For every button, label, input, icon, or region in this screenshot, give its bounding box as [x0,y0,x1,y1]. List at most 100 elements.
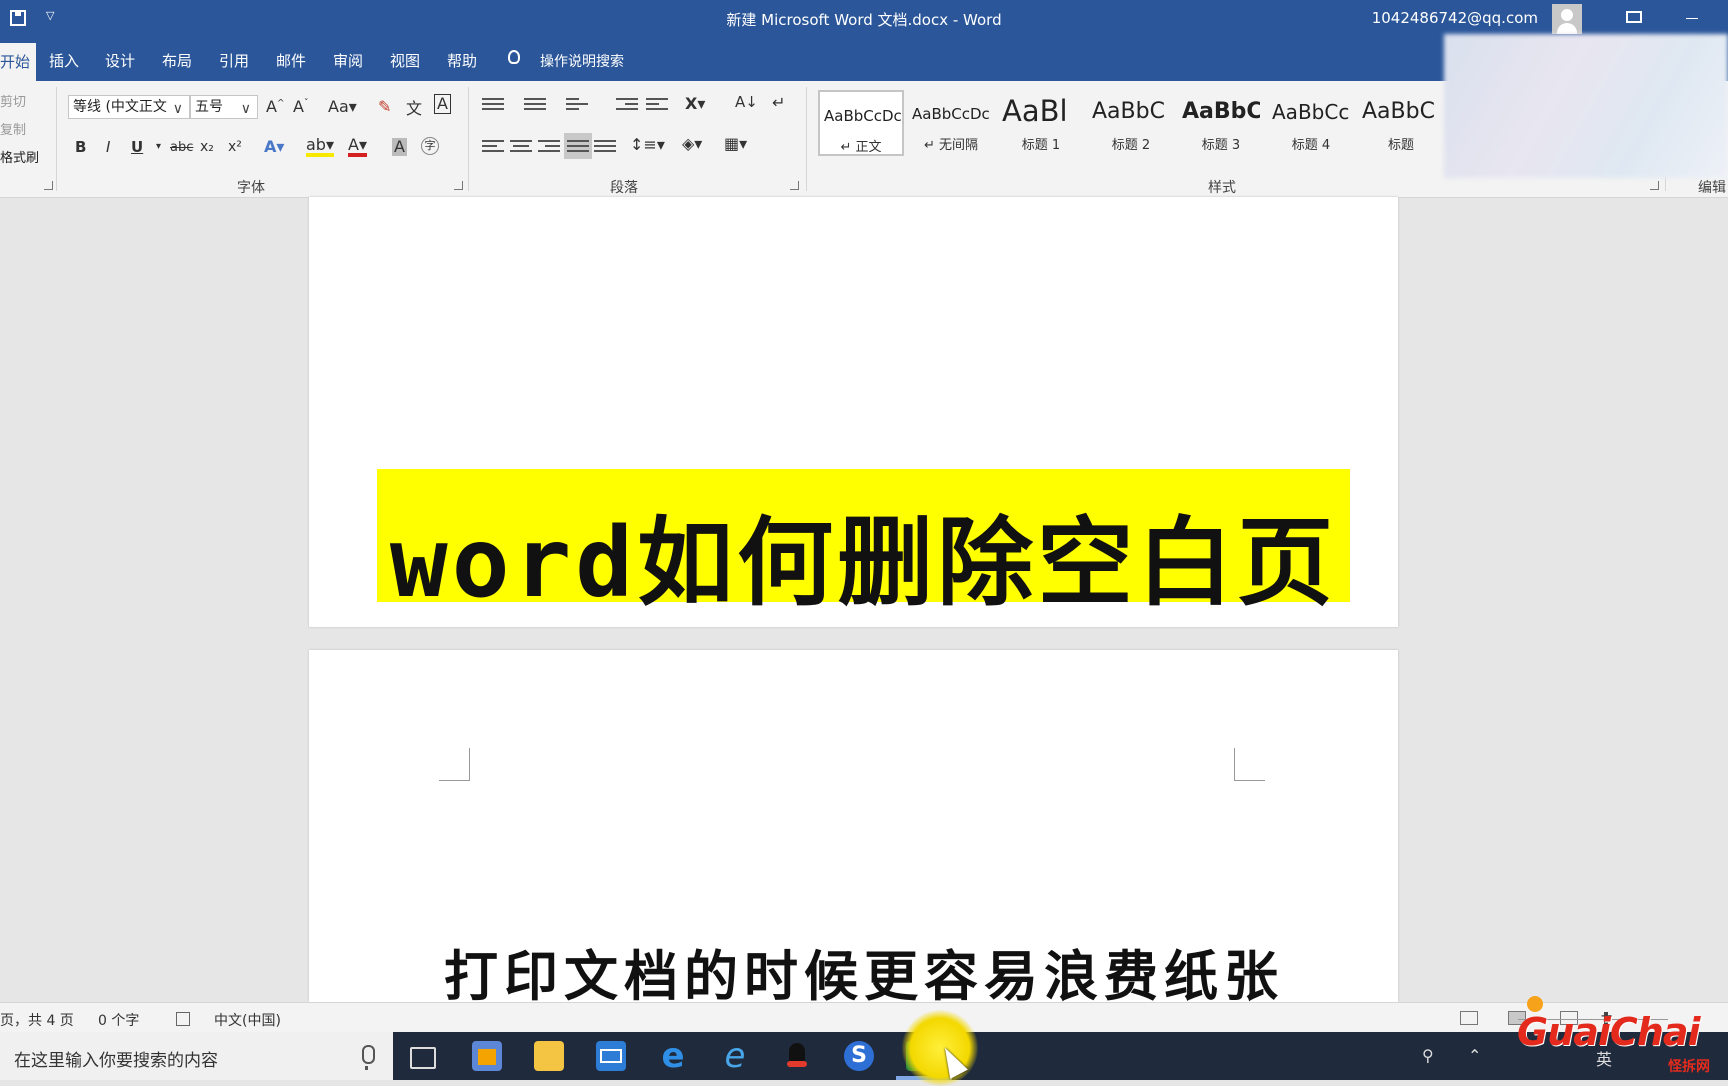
cursor-highlight [902,1010,978,1086]
avatar[interactable] [1552,4,1582,34]
character-border-icon[interactable]: A [434,94,451,114]
text-effects-icon[interactable]: A▾ [264,137,284,156]
paragraph-group-label: 段落 [610,180,638,196]
decrease-indent-icon[interactable] [616,95,638,113]
show-marks-icon[interactable]: ↵ [772,93,785,112]
style-name: 标题 3 [1201,138,1241,153]
increase-indent-icon[interactable] [646,95,668,113]
character-shading-icon[interactable]: A [392,138,407,156]
align-right-icon[interactable] [538,137,560,155]
line-spacing-icon[interactable]: ↕≡▾ [630,135,665,154]
multilevel-list-icon[interactable] [566,95,588,113]
justify-icon[interactable] [564,133,592,159]
chevron-down-icon: ∨ [240,101,251,117]
editing-group-label: 编辑 [1698,180,1726,196]
format-painter-button[interactable]: 格式刷 [0,147,39,166]
font-size-dropdown[interactable]: 五号 ∨ [190,95,258,119]
store-icon[interactable] [472,1041,502,1071]
subscript-button[interactable]: x₂ [200,139,214,155]
group-divider [806,87,807,191]
style-title[interactable]: AaBbC 标题 [1358,90,1444,156]
shrink-font-icon[interactable]: Aˇ [293,97,308,116]
tell-me-search[interactable]: 操作说明搜索 [540,51,624,71]
style-no-spacing[interactable]: AaBbCcDc ↵ 无间隔 [908,90,994,156]
tab-review[interactable]: 审阅 [333,50,363,71]
people-icon[interactable]: ⚲ [1422,1046,1434,1065]
margin-corner-mark [1234,748,1265,781]
minimize-icon[interactable] [1686,18,1698,19]
chinese-layout-icon[interactable]: X▾ [685,94,705,113]
language-indicator[interactable]: 中文(中国) [214,1010,281,1030]
mail-icon[interactable] [596,1041,626,1071]
bullets-icon[interactable] [482,95,504,113]
style-name: 标题 2 [1111,138,1151,153]
style-name: 标题 1 [1021,138,1061,153]
style-heading-4[interactable]: AaBbCc 标题 4 [1268,90,1354,156]
style-heading-2[interactable]: AaBbC 标题 2 [1088,90,1174,156]
change-case-icon[interactable]: Aa▾ [328,97,357,116]
highlight-color-icon[interactable]: ab▾ [306,137,334,157]
paragraph-launcher-icon[interactable] [790,181,799,190]
tab-design[interactable]: 设计 [105,50,135,71]
style-preview: AaBbC [1182,99,1260,124]
task-view-icon[interactable] [410,1047,436,1069]
sogou-browser-icon[interactable]: S [844,1041,874,1071]
banner-text: word如何删除空白页 [389,507,1338,619]
style-normal[interactable]: AaBbCcDc ↵ 正文 [818,90,904,156]
tray-chevron-up-icon[interactable]: ⌃ [1468,1046,1481,1065]
font-name-dropdown[interactable]: 等线 (中文正文 ∨ [68,95,190,119]
style-name: ↵ 正文 [840,140,882,155]
taskbar-search[interactable]: 在这里输入你要搜索的内容 [0,1032,393,1080]
style-name: 标题 4 [1291,138,1331,153]
phonetic-guide-icon[interactable]: 文 [406,95,422,119]
file-explorer-icon[interactable] [534,1041,564,1071]
sort-icon[interactable]: A↓ [735,93,758,111]
style-heading-1[interactable]: AaBl 标题 1 [998,90,1084,156]
tab-help[interactable]: 帮助 [447,50,477,71]
style-heading-3[interactable]: AaBbC 标题 3 [1178,90,1264,156]
strikethrough-button[interactable]: abc [170,140,193,155]
tab-view[interactable]: 视图 [390,50,420,71]
font-launcher-icon[interactable] [454,181,463,190]
styles-launcher-icon[interactable] [1650,181,1659,190]
align-left-icon[interactable] [482,137,504,155]
shading-icon[interactable]: ◈▾ [682,134,702,153]
font-color-icon[interactable]: A▾ [348,137,367,157]
document-page[interactable]: word如何删除空白页 [309,197,1398,627]
tab-insert[interactable]: 插入 [49,50,79,71]
page-count[interactable]: 页，共 4 页 [0,1010,74,1030]
clipboard-launcher-icon[interactable] [44,181,53,190]
read-mode-icon[interactable] [1460,1011,1478,1025]
italic-button[interactable]: I [106,138,110,156]
underline-button[interactable]: U [131,138,143,156]
align-center-icon[interactable] [510,137,532,155]
chevron-down-icon: ∨ [172,101,183,117]
grow-font-icon[interactable]: A^ [266,97,285,116]
tab-mailings[interactable]: 邮件 [276,50,306,71]
borders-icon[interactable]: ▦▾ [724,134,747,153]
enclose-characters-icon[interactable]: 字 [421,137,439,155]
proofing-icon[interactable] [176,1012,190,1026]
numbering-icon[interactable] [524,95,546,113]
style-preview: AaBbCc [1272,100,1350,124]
account-name[interactable]: 1042486742@qq.com [1372,9,1538,27]
edge-icon[interactable]: e [658,1039,688,1073]
clear-formatting-icon[interactable]: ✎ [378,97,391,116]
tab-layout[interactable]: 布局 [162,50,192,71]
video-subtitle: 打印文档的时候更容易浪费纸张 [444,945,1284,1008]
superscript-button[interactable]: x² [228,139,242,155]
qq-icon[interactable] [782,1041,812,1071]
bold-button[interactable]: B [75,138,86,156]
distributed-icon[interactable] [594,137,616,155]
word-count[interactable]: 0 个字 [98,1010,139,1030]
underline-dropdown-icon[interactable]: ▾ [156,141,161,152]
tab-home[interactable]: 开始 [0,43,37,81]
search-placeholder: 在这里输入你要搜索的内容 [14,1051,218,1071]
ribbon-display-options-icon[interactable] [1626,11,1642,23]
copy-button[interactable]: 复制 [0,119,26,138]
cut-button[interactable]: 剪切 [0,91,26,110]
internet-explorer-icon[interactable]: e [720,1039,750,1073]
tab-references[interactable]: 引用 [219,50,249,71]
microphone-icon[interactable] [362,1045,375,1070]
style-preview: AaBl [1002,94,1068,128]
